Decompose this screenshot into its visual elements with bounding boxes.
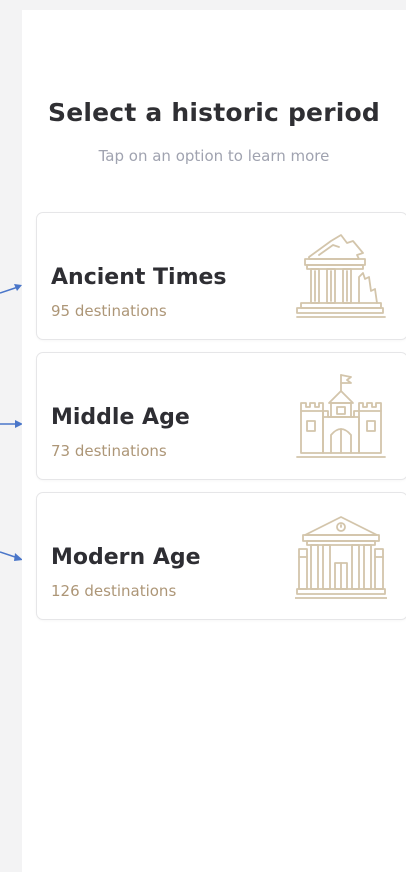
- page-subtitle: Tap on an option to learn more: [98, 147, 330, 165]
- government-building-icon: [295, 511, 387, 601]
- ancient-temple-icon: [295, 231, 387, 321]
- period-selection-screen: Select a historic period Tap on an optio…: [22, 10, 406, 872]
- page-title: Select a historic period: [48, 98, 380, 127]
- annotation-arrow-1: [0, 281, 24, 295]
- annotation-arrow-3: [0, 550, 24, 564]
- period-card-count: 73 destinations: [51, 442, 167, 460]
- period-card-title: Ancient Times: [51, 265, 227, 290]
- period-card-count: 126 destinations: [51, 582, 177, 600]
- period-card-count: 95 destinations: [51, 302, 167, 320]
- period-card-title: Middle Age: [51, 405, 190, 430]
- annotation-arrow-2: [0, 418, 24, 432]
- period-card-title: Modern Age: [51, 545, 201, 570]
- period-card-modern-age[interactable]: Modern Age 126 destinations: [36, 492, 406, 620]
- period-card-ancient-times[interactable]: Ancient Times 95 destinations: [36, 212, 406, 340]
- period-card-middle-age[interactable]: Middle Age 73 destinations: [36, 352, 406, 480]
- castle-icon: [295, 371, 387, 461]
